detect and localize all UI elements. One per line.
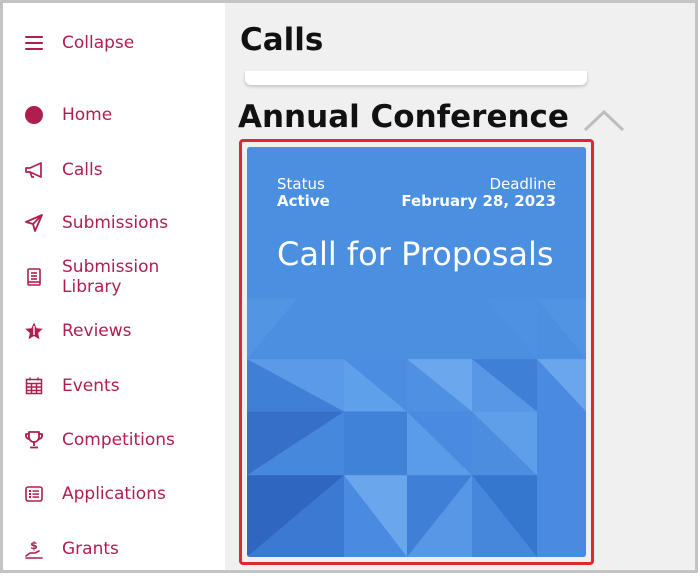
sidebar-item-label: Submission Library (62, 257, 159, 297)
call-card[interactable]: Status Active Deadline February 28, 2023… (247, 147, 586, 557)
sidebar-item-grants[interactable]: $ Grants (3, 537, 225, 561)
sidebar: Collapse Home Calls Submissions Submissi… (3, 3, 225, 570)
sidebar-item-reviews[interactable]: Reviews (3, 319, 225, 343)
sidebar-item-submission-library[interactable]: Submission Library (3, 256, 225, 298)
calendar-icon (23, 375, 45, 397)
sidebar-item-label: Applications (62, 484, 166, 504)
section-title: Annual Conference (238, 99, 569, 135)
sidebar-item-competitions[interactable]: Competitions (3, 428, 225, 452)
status-value: Active (277, 192, 330, 210)
collapse-label: Collapse (62, 33, 135, 53)
paper-plane-icon (23, 212, 45, 234)
collapse-button[interactable]: Collapse (3, 31, 225, 55)
chevron-up-icon[interactable] (582, 107, 626, 133)
sidebar-item-calls[interactable]: Calls (3, 158, 225, 182)
sidebar-item-label: Competitions (62, 430, 175, 450)
list-icon (23, 483, 45, 505)
card-title: Call for Proposals (277, 235, 554, 273)
sidebar-item-submissions[interactable]: Submissions (3, 211, 225, 235)
status-block: Status Active (277, 176, 330, 210)
status-label: Status (277, 175, 325, 193)
sidebar-item-label-line1: Submission (62, 257, 160, 277)
sidebar-item-label: Home (62, 105, 113, 125)
previous-card-edge (245, 71, 587, 85)
hamburger-menu-icon (23, 32, 45, 54)
deadline-block: Deadline February 28, 2023 (401, 176, 556, 210)
sidebar-item-label: Grants (62, 539, 119, 559)
star-icon (23, 320, 45, 342)
megaphone-icon (23, 159, 45, 181)
book-icon (23, 266, 45, 288)
page-title: Calls (240, 22, 324, 58)
card-highlight: Status Active Deadline February 28, 2023… (239, 139, 594, 565)
app-frame: Collapse Home Calls Submissions Submissi… (0, 0, 698, 573)
sidebar-item-home[interactable]: Home (3, 103, 225, 127)
sidebar-item-label: Reviews (62, 321, 132, 341)
sidebar-item-events[interactable]: Events (3, 374, 225, 398)
trophy-icon (23, 429, 45, 451)
sidebar-item-label-line2: Library (62, 277, 122, 297)
sidebar-item-applications[interactable]: Applications (3, 482, 225, 506)
home-dot-icon (23, 104, 45, 126)
main-content: Calls Annual Conference Status Active De… (225, 3, 695, 570)
sidebar-item-label: Events (62, 376, 120, 396)
hand-coin-icon: $ (23, 538, 45, 560)
deadline-value: February 28, 2023 (401, 192, 556, 210)
sidebar-item-label: Submissions (62, 213, 169, 233)
deadline-label: Deadline (489, 175, 556, 193)
svg-text:$: $ (30, 539, 38, 552)
sidebar-item-label: Calls (62, 160, 103, 180)
